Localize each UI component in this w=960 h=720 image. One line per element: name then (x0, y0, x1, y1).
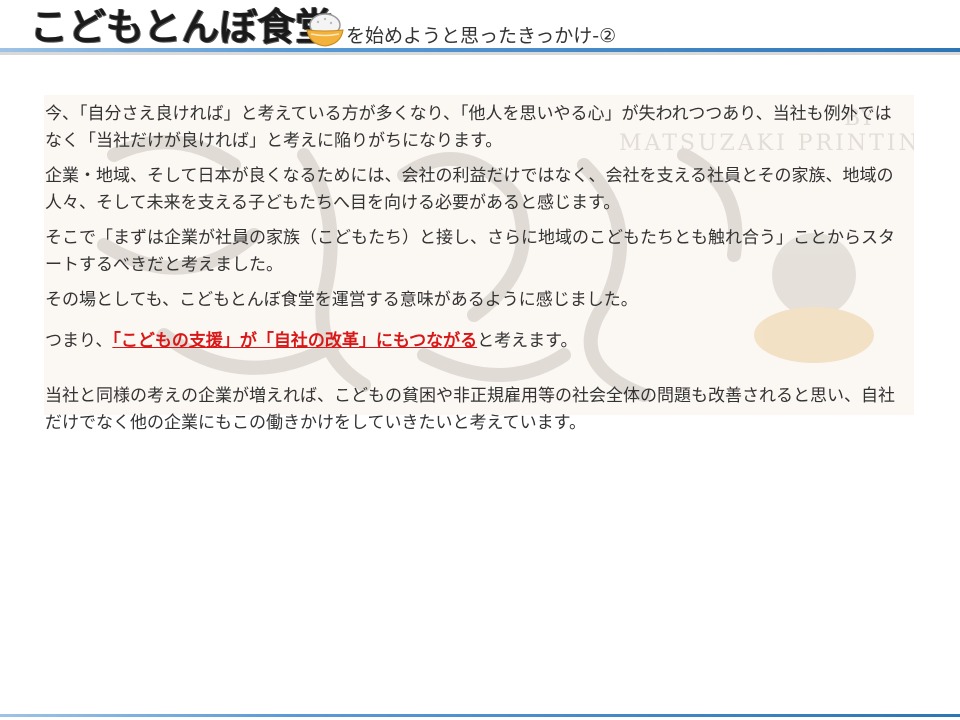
paragraph-2: 企業・地域、そして日本が良くなるためには、会社の利益だけではなく、会社を支える社… (45, 166, 894, 213)
highlight-phrase: 「こどもの支援」が「自社の改革」にもつながる (112, 331, 478, 351)
paragraph-3: そこで「まずは企業が社員の家族（こどもたち）と接し、さらに地域のこどもたちとも触… (45, 228, 895, 275)
paragraph-1: 今、「自分さえ良ければ」と考えている方が多くなり、「他人を思いやる心」が失われつ… (45, 104, 892, 151)
logo-title: こどもとんぼ食堂 (30, 5, 334, 49)
paragraph-4: その場としても、こどもとんぼ食堂を運営する意味があるように感じました。 (45, 290, 638, 310)
header-divider-shadow (0, 52, 960, 55)
paragraph-5: つまり、「こどもの支援」が「自社の改革」にもつながると考えます。 (45, 328, 905, 355)
footer-divider (0, 714, 960, 717)
rice-bowl-icon (306, 13, 344, 47)
slide-header: こどもとんぼ食堂 を始めようと思ったきっかけ-② (0, 0, 960, 56)
paragraph-5-suffix: と考えます。 (477, 331, 578, 351)
slide-body: 今、「自分さえ良ければ」と考えている方が多くなり、「他人を思いやる心」が失われつ… (45, 101, 905, 445)
slide-subtitle: を始めようと思ったきっかけ-② (346, 25, 617, 47)
slide: こどもとんぼ食堂 を始めようと思ったきっかけ-② MATSUZAKI PRINT… (0, 0, 960, 720)
paragraph-5-prefix: つまり、 (45, 331, 113, 351)
paragraph-6: 当社と同様の考えの企業が増えれば、こどもの貧困や非正規雇用等の社会全体の問題も改… (45, 386, 895, 433)
